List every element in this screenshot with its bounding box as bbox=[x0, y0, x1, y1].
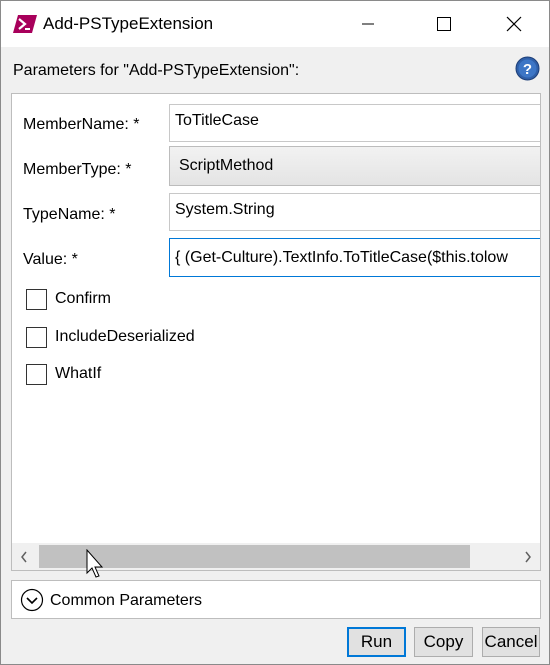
minimize-button[interactable] bbox=[345, 1, 391, 47]
whatif-label: WhatIf bbox=[55, 365, 102, 382]
run-button[interactable]: Run bbox=[347, 627, 406, 657]
scroll-left-button[interactable] bbox=[12, 543, 36, 570]
maximize-icon bbox=[437, 17, 451, 31]
cancel-button[interactable]: Cancel bbox=[482, 627, 540, 657]
include-deserialized-checkbox-row[interactable]: IncludeDeserialized bbox=[26, 325, 195, 349]
confirm-checkbox-row[interactable]: Confirm bbox=[26, 287, 111, 311]
title-bar[interactable]: Add-PSTypeExtension bbox=[1, 1, 549, 47]
close-button[interactable] bbox=[491, 1, 537, 47]
mouse-cursor-icon bbox=[86, 549, 104, 578]
confirm-label: Confirm bbox=[55, 290, 112, 307]
dialog-window: Add-PSTypeExtension Parameters for "Add-… bbox=[0, 0, 550, 665]
copy-button[interactable]: Copy bbox=[414, 627, 473, 657]
maximize-button[interactable] bbox=[421, 1, 467, 47]
chevron-left-icon bbox=[21, 551, 27, 562]
close-icon bbox=[506, 16, 522, 32]
svg-text:?: ? bbox=[523, 61, 532, 78]
member-type-select[interactable]: ScriptMethod bbox=[169, 146, 540, 186]
include-deserialized-checkbox[interactable] bbox=[26, 326, 47, 348]
minimize-icon bbox=[362, 23, 374, 25]
parameters-panel: MemberName: * ToTitleCase MemberType: * … bbox=[11, 93, 541, 571]
whatif-checkbox-row[interactable]: WhatIf bbox=[26, 362, 101, 386]
powershell-icon bbox=[13, 15, 37, 33]
member-type-label: MemberType: * bbox=[23, 161, 132, 178]
value-label: Value: * bbox=[23, 251, 78, 268]
parameters-heading: Parameters for "Add-PSTypeExtension": bbox=[13, 62, 300, 79]
type-name-field[interactable]: System.String bbox=[169, 193, 540, 231]
member-name-field[interactable]: ToTitleCase bbox=[169, 104, 540, 142]
chevron-down-circle-icon[interactable] bbox=[20, 588, 44, 612]
whatif-checkbox[interactable] bbox=[26, 363, 47, 385]
confirm-checkbox[interactable] bbox=[26, 288, 47, 310]
window-title: Add-PSTypeExtension bbox=[43, 14, 214, 33]
member-name-label: MemberName: * bbox=[23, 116, 140, 133]
help-icon[interactable]: ? bbox=[515, 56, 540, 81]
value-field[interactable]: { (Get-Culture).TextInfo.ToTitleCase($th… bbox=[169, 238, 540, 277]
include-deserialized-label: IncludeDeserialized bbox=[55, 328, 195, 345]
common-parameters-label: Common Parameters bbox=[50, 592, 203, 609]
scroll-right-button[interactable] bbox=[516, 543, 540, 570]
chevron-right-icon bbox=[525, 551, 531, 562]
type-name-label: TypeName: * bbox=[23, 206, 116, 223]
common-parameters-expander[interactable]: Common Parameters bbox=[11, 580, 541, 619]
